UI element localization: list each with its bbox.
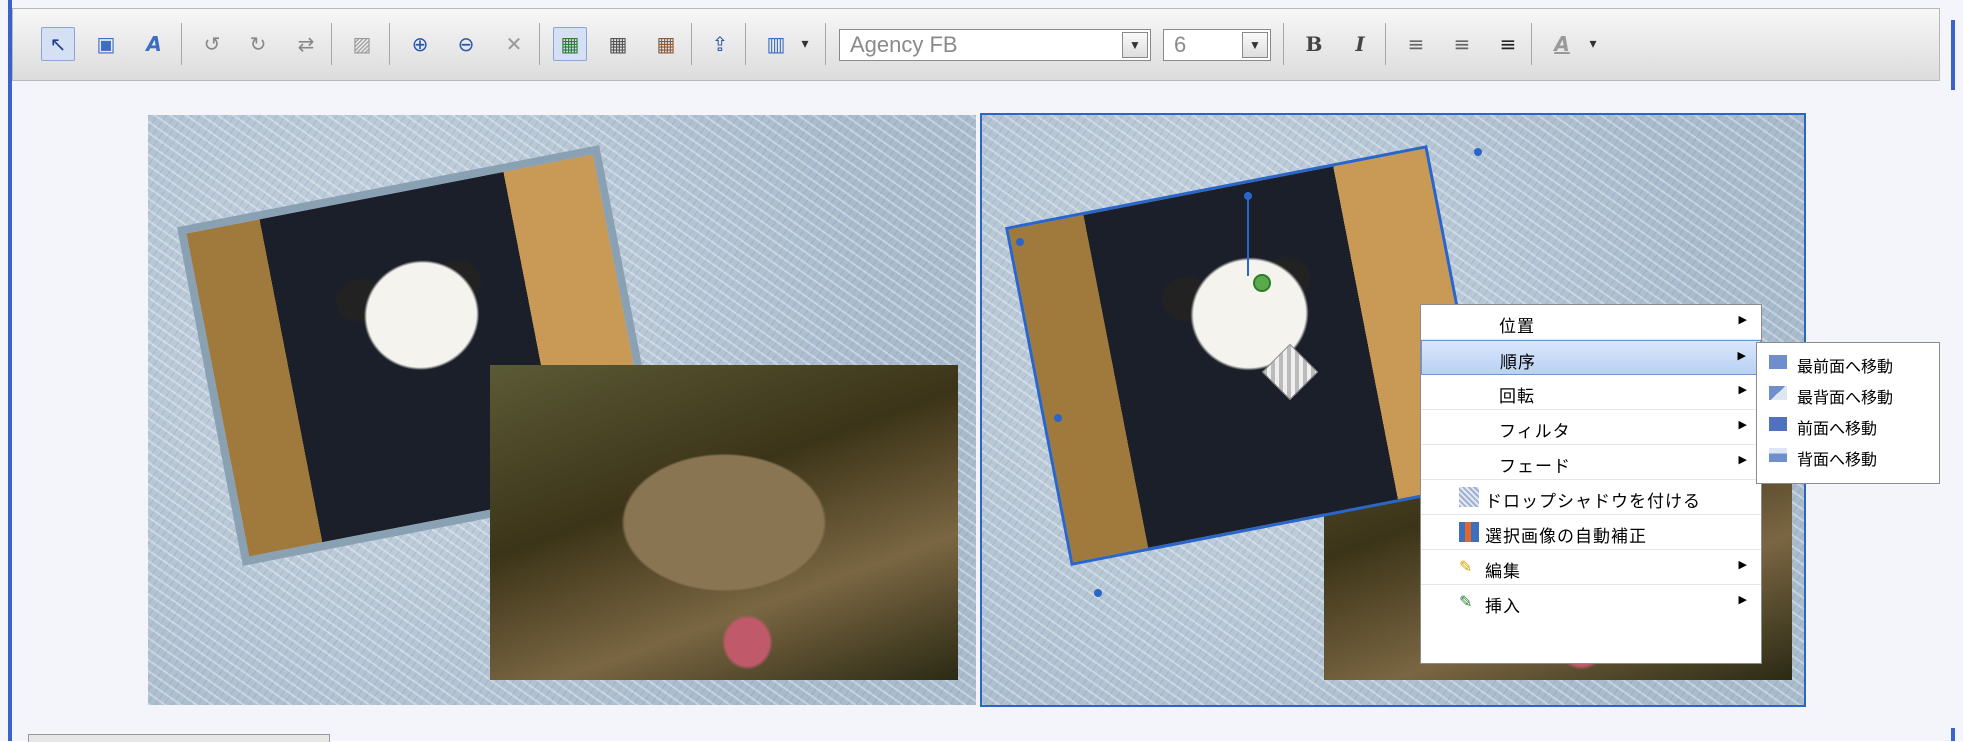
submenu-item-label: 最前面へ移動: [1797, 357, 1894, 376]
submenu-arrow-icon: ▶: [1738, 383, 1747, 396]
toolbar-separator: [331, 23, 332, 65]
menu-item-auto-correct[interactable]: 選択画像の自動補正: [1421, 515, 1761, 550]
toolbar-separator: [745, 23, 746, 65]
flip-icon[interactable]: ⇄: [289, 27, 323, 61]
rotate-handle-icon[interactable]: [1253, 274, 1271, 292]
resize-handle[interactable]: [1094, 589, 1102, 597]
app-window: ↖ ▣ A ↺ ↻ ⇄ ▨ ⊕ ⊖ ✕ ▦ ▦ ▦ ⇪ ▥ ▾ Agency F…: [0, 0, 1963, 742]
menu-item-label: 編集: [1485, 562, 1521, 582]
menu-item-order[interactable]: 順序 ▶: [1421, 340, 1761, 375]
submenu-arrow-icon: ▶: [1738, 593, 1747, 606]
frame-image-icon[interactable]: ▦: [553, 27, 587, 61]
add-image-icon[interactable]: ▣: [89, 27, 123, 61]
resize-handle[interactable]: [1054, 414, 1062, 422]
rotate-right-icon[interactable]: ↻: [241, 27, 275, 61]
window-border-right: [1951, 20, 1955, 90]
menu-item-position[interactable]: 位置 ▶: [1421, 305, 1761, 340]
pencil-icon: ✎: [1459, 557, 1473, 576]
fit-icon[interactable]: ✕: [497, 27, 531, 61]
menu-item-label: 選択画像の自動補正: [1485, 527, 1647, 547]
menu-item-label: 回転: [1499, 387, 1535, 407]
window-border-left: [8, 0, 12, 741]
menu-item-fade[interactable]: フェード ▶: [1421, 445, 1761, 480]
align-center-icon[interactable]: ≡: [1445, 27, 1479, 61]
toolbar-separator: [825, 23, 826, 65]
font-color-icon[interactable]: A: [1545, 27, 1579, 61]
menu-item-edit[interactable]: ✎ 編集 ▶: [1421, 550, 1761, 585]
drop-shadow-icon: [1459, 487, 1479, 507]
menu-item-filter[interactable]: フィルタ ▶: [1421, 410, 1761, 445]
bring-forward-icon: [1769, 417, 1787, 431]
toolbar-separator: [539, 23, 540, 65]
resize-handle[interactable]: [1016, 238, 1024, 246]
toolbar-separator: [181, 23, 182, 65]
submenu-arrow-icon: ▶: [1738, 313, 1747, 326]
insert-icon: ✎: [1459, 592, 1473, 611]
submenu-item-send-backward[interactable]: 背面へ移動: [1757, 440, 1939, 471]
submenu-arrow-icon: ▶: [1737, 349, 1746, 362]
auto-correct-icon: [1459, 522, 1479, 542]
submenu-arrow-icon: ▶: [1738, 558, 1747, 571]
font-name-select[interactable]: Agency FB ▼: [839, 29, 1151, 61]
bold-button[interactable]: B: [1297, 27, 1331, 61]
send-to-back-icon: [1769, 386, 1787, 400]
image-brown-icon[interactable]: ▦: [649, 27, 683, 61]
submenu-arrow-icon: ▶: [1738, 418, 1747, 431]
menu-item-label: フェード: [1499, 457, 1571, 477]
chevron-down-icon[interactable]: ▾: [1583, 27, 1603, 61]
submenu-arrow-icon: ▶: [1738, 453, 1747, 466]
image-dark-icon[interactable]: ▦: [601, 27, 635, 61]
menu-item-label: 位置: [1499, 317, 1535, 337]
font-size-select[interactable]: 6 ▼: [1163, 29, 1271, 61]
send-backward-icon: [1769, 448, 1787, 462]
submenu-item-bring-forward[interactable]: 前面へ移動: [1757, 409, 1939, 440]
menu-item-rotate[interactable]: 回転 ▶: [1421, 375, 1761, 410]
add-text-icon[interactable]: A: [137, 27, 171, 61]
chevron-down-icon[interactable]: ▼: [1122, 32, 1148, 58]
submenu-item-send-to-back[interactable]: 最背面へ移動: [1757, 378, 1939, 409]
context-menu: 位置 ▶ 順序 ▶ 回転 ▶ フィルタ ▶ フェード ▶ ドロップシャドウを付け…: [1420, 304, 1762, 664]
resize-handle[interactable]: [1244, 192, 1252, 200]
import-image-icon[interactable]: ⇪: [703, 27, 737, 61]
drop-shadow-icon[interactable]: ▨: [345, 27, 379, 61]
chevron-down-icon[interactable]: ▾: [795, 27, 815, 61]
select-icon[interactable]: ↖: [41, 27, 75, 61]
toolbar-separator: [389, 23, 390, 65]
auto-correct-icon[interactable]: ▥: [759, 27, 793, 61]
submenu-item-label: 最背面へ移動: [1797, 388, 1894, 407]
submenu-item-bring-to-front[interactable]: 最前面へ移動: [1757, 347, 1939, 378]
menu-item-label: フィルタ: [1499, 422, 1571, 442]
left-page-canvas[interactable]: [148, 115, 976, 705]
submenu-item-label: 前面へ移動: [1797, 419, 1878, 438]
zoom-out-icon[interactable]: ⊖: [449, 27, 483, 61]
toolbar-separator: [1283, 23, 1284, 65]
toolbar: ↖ ▣ A ↺ ↻ ⇄ ▨ ⊕ ⊖ ✕ ▦ ▦ ▦ ⇪ ▥ ▾ Agency F…: [12, 8, 1940, 81]
italic-button[interactable]: I: [1343, 27, 1377, 61]
chevron-down-icon[interactable]: ▼: [1242, 32, 1268, 58]
font-size-value: 6: [1174, 32, 1187, 57]
window-border-right-lower: [1951, 728, 1955, 741]
align-left-icon[interactable]: ≡: [1399, 27, 1433, 61]
bring-to-front-icon: [1769, 355, 1787, 369]
wolf-photo[interactable]: [490, 365, 958, 680]
resize-handle[interactable]: [1474, 148, 1482, 156]
rotate-left-icon[interactable]: ↺: [195, 27, 229, 61]
order-submenu: 最前面へ移動 最背面へ移動 前面へ移動 背面へ移動: [1756, 342, 1940, 484]
toolbar-separator: [1531, 23, 1532, 65]
menu-item-label: 挿入: [1485, 597, 1521, 617]
menu-item-drop-shadow[interactable]: ドロップシャドウを付ける: [1421, 480, 1761, 515]
menu-item-label: 順序: [1500, 353, 1536, 373]
toolbar-separator: [691, 23, 692, 65]
font-name-value: Agency FB: [850, 32, 958, 57]
menu-item-insert[interactable]: ✎ 挿入 ▶: [1421, 585, 1761, 620]
menu-item-label: ドロップシャドウを付ける: [1485, 492, 1701, 512]
toolbar-separator: [1385, 23, 1386, 65]
submenu-item-label: 背面へ移動: [1797, 450, 1878, 469]
rotation-handle-line: [1247, 196, 1249, 276]
align-right-icon[interactable]: ≡: [1491, 27, 1525, 61]
zoom-in-icon[interactable]: ⊕: [403, 27, 437, 61]
